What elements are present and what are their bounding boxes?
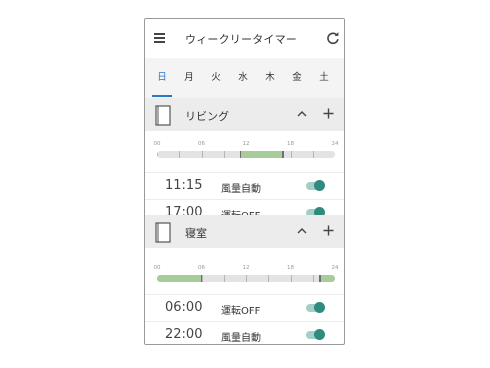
timeline-hour-tick — [290, 275, 292, 282]
timer-toggle-switch[interactable] — [306, 302, 325, 313]
timer-time: 06:00 — [165, 300, 203, 315]
room-header-bedroom: 寝室 — [145, 215, 344, 248]
timeline-track — [157, 151, 335, 158]
toggle-knob — [314, 180, 325, 191]
timer-mode: 運転OFF — [221, 306, 261, 317]
room-name: リビング — [185, 110, 229, 123]
timeline-hour-tick — [223, 275, 225, 282]
toggle-knob — [314, 329, 325, 340]
chevron-up-icon[interactable] — [296, 108, 308, 120]
timeline-tick-label: 06 — [198, 141, 205, 147]
timer-toggle-switch[interactable] — [306, 180, 325, 191]
timeline-on-segment — [320, 275, 335, 282]
aircon-unit-icon — [155, 105, 171, 126]
timeline-tick-label: 06 — [198, 265, 205, 271]
timeline-switch-marker — [200, 275, 203, 282]
timeline-hour-tick — [201, 151, 203, 158]
timeline-hour-tick — [290, 151, 292, 158]
selected-day-indicator — [152, 95, 172, 97]
timer-mode: 風量自動 — [221, 184, 261, 195]
timeline-hour-tick — [312, 151, 314, 158]
toggle-knob — [314, 302, 325, 313]
timeline-tick-label: 18 — [287, 265, 294, 271]
timeline-hour-tick — [312, 275, 314, 282]
day-tab-tue[interactable]: 火 — [206, 58, 226, 98]
refresh-icon[interactable] — [326, 31, 340, 45]
timeline-hour-tick — [246, 275, 247, 282]
room-name: 寝室 — [185, 227, 207, 240]
timeline-hour-tick — [223, 151, 225, 158]
timeline-on-segment — [157, 275, 202, 282]
add-timer-icon[interactable] — [323, 108, 334, 119]
day-tab-fri[interactable]: 金 — [287, 58, 307, 98]
room-header-living: リビング — [145, 98, 344, 131]
timer-toggle-switch[interactable] — [306, 329, 325, 340]
timeline-switch-marker — [282, 151, 284, 158]
timeline-switch-marker — [319, 275, 321, 282]
timeline-on-segment — [240, 151, 284, 158]
day-tabs: 日 月 火 水 木 金 土 — [145, 58, 344, 98]
add-timer-icon[interactable] — [323, 225, 334, 236]
app-title: ウィークリータイマー — [185, 33, 297, 46]
timeline-hour-tick — [179, 151, 181, 158]
timer-mode: 風量自動 — [221, 333, 261, 344]
day-tab-mon[interactable]: 月 — [179, 58, 199, 98]
timeline-hour-tick — [157, 151, 158, 158]
timer-row[interactable]: 22:00 風量自動 — [145, 321, 344, 344]
day-tab-wed[interactable]: 水 — [233, 58, 253, 98]
day-tab-thu[interactable]: 木 — [260, 58, 280, 98]
hamburger-menu-icon[interactable] — [154, 33, 165, 43]
timeline-track — [157, 275, 335, 282]
timeline-switch-marker — [239, 151, 242, 158]
timeline-tick-label: 00 — [153, 141, 161, 147]
timer-time: 11:15 — [165, 178, 203, 193]
day-tab-sun[interactable]: 日 — [152, 58, 172, 98]
timeline-tick-label: 24 — [331, 141, 339, 147]
timeline-tick-label: 24 — [331, 265, 339, 271]
day-timeline-living: 00 06 12 18 24 — [145, 131, 344, 171]
timeline-tick-label: 12 — [242, 265, 250, 271]
chevron-up-icon[interactable] — [296, 225, 308, 237]
day-tab-sat[interactable]: 土 — [314, 58, 334, 98]
app-bar: ウィークリータイマー — [145, 19, 344, 58]
timeline-tick-label: 12 — [242, 141, 250, 147]
timeline-hour-tick — [268, 275, 270, 282]
timer-row[interactable]: 11:15 風量自動 — [145, 172, 344, 200]
timer-time: 22:00 — [165, 327, 203, 342]
timer-row[interactable]: 06:00 運転OFF — [145, 294, 344, 322]
timeline-tick-label: 00 — [153, 265, 161, 271]
timeline-tick-label: 18 — [287, 141, 294, 147]
day-timeline-bedroom: 00 06 12 18 24 — [145, 255, 344, 295]
app-window: ウィークリータイマー 日 月 火 水 木 金 土 リビング 00 06 12 18 24… — [144, 18, 345, 345]
aircon-unit-icon — [155, 222, 171, 243]
